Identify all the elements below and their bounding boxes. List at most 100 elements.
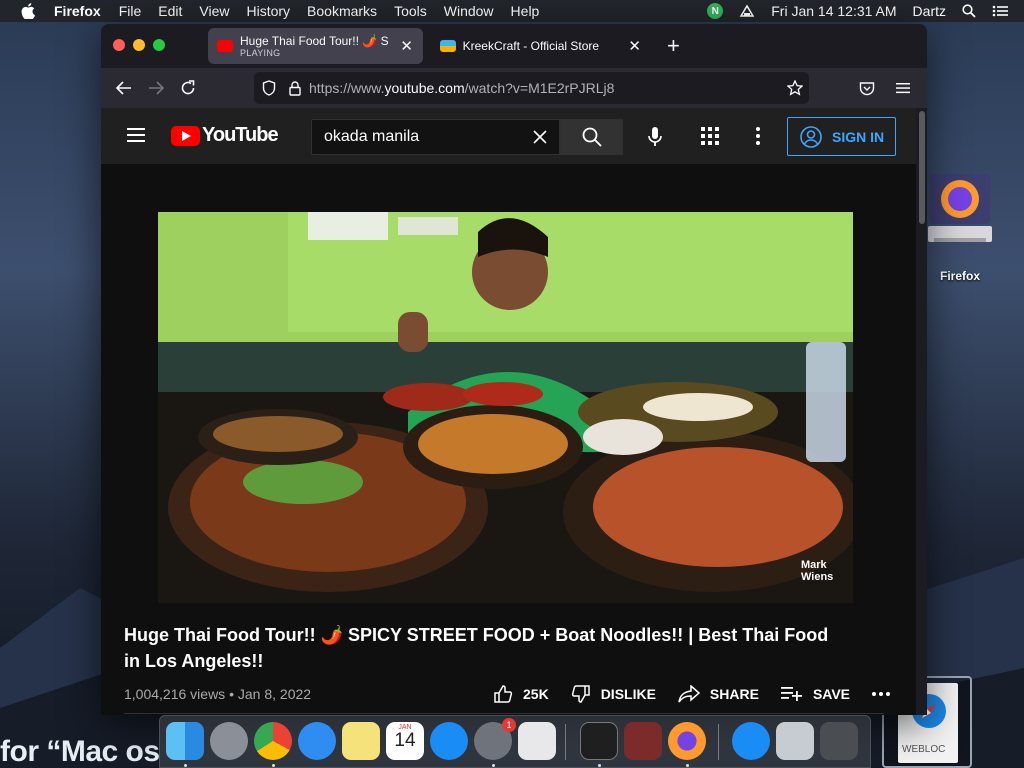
tab-youtube-video[interactable]: Huge Thai Food Tour!! 🌶️ SPICY PLAYING ✕ (208, 28, 423, 64)
save-label: SAVE (812, 686, 851, 702)
tracking-shield-icon[interactable] (262, 80, 276, 96)
youtube-apps-grid-icon[interactable] (701, 127, 719, 145)
video-frame-image: Mark Wiens (158, 212, 853, 603)
menu-window[interactable]: Window (444, 3, 494, 19)
reload-icon[interactable] (172, 72, 204, 104)
dock-roblox-icon[interactable] (518, 722, 556, 760)
close-window-button[interactable] (113, 39, 125, 51)
app-menu-hamburger-icon[interactable] (887, 72, 919, 104)
tab-title: Huge Thai Food Tour!! 🌶️ SPICY (240, 34, 388, 48)
video-actions: 25K DISLIKE SHARE SAVE (493, 684, 891, 704)
youtube-page: YouTube okada manila SIGN IN Mark Wiens … (101, 108, 916, 715)
bookmark-star-icon[interactable] (787, 80, 803, 96)
dock-separator (718, 724, 719, 760)
menu-view[interactable]: View (199, 3, 229, 19)
control-center-icon[interactable] (992, 5, 1008, 17)
settings-more-vertical-icon[interactable] (756, 127, 760, 145)
menu-help[interactable]: Help (511, 3, 540, 19)
tab-title: KreekCraft - Official Store (462, 39, 600, 53)
running-indicator (272, 764, 275, 767)
share-button[interactable]: SHARE (678, 685, 759, 703)
webloc-label: WEBLOC (902, 744, 946, 755)
calendar-day: 14 (394, 730, 416, 751)
zoom-window-button[interactable] (153, 39, 165, 51)
dock-separator (565, 724, 566, 760)
running-indicator (686, 764, 689, 767)
like-button[interactable]: 25K (493, 684, 549, 704)
lock-icon[interactable] (289, 80, 301, 96)
search-button[interactable] (560, 119, 623, 155)
youtube-menu-icon[interactable] (127, 128, 145, 142)
share-arrow-icon (678, 685, 700, 703)
search-query[interactable]: okada manila (324, 128, 419, 146)
dock-photo-booth-icon[interactable] (624, 722, 662, 760)
youtube-favicon-icon (217, 40, 233, 52)
tab-kreekcraft[interactable]: KreekCraft - Official Store ✕ (431, 28, 651, 64)
menubar-user[interactable]: Dartz (913, 3, 946, 19)
dock-safari-icon[interactable] (298, 722, 336, 760)
pocket-icon[interactable] (851, 72, 883, 104)
airdrop-icon[interactable] (739, 4, 755, 18)
menu-app-name[interactable]: Firefox (54, 3, 101, 19)
running-indicator (598, 764, 601, 767)
divider (124, 713, 884, 714)
voice-search-mic-icon[interactable] (639, 121, 671, 153)
menu-edit[interactable]: Edit (158, 3, 182, 19)
menu-bookmarks[interactable]: Bookmarks (307, 3, 377, 19)
sign-in-button[interactable]: SIGN IN (787, 117, 896, 156)
forward-arrow-icon[interactable] (140, 72, 172, 104)
dock-chrome-icon[interactable] (254, 722, 292, 760)
page-scrollbar[interactable] (916, 108, 927, 715)
desktop-firefox-icon[interactable]: Firefox (928, 172, 992, 283)
tab-playing-label: PLAYING (240, 48, 281, 58)
dock-notes-icon[interactable] (342, 722, 380, 760)
spotlight-search-icon[interactable] (962, 4, 976, 18)
dock-trash-icon[interactable] (820, 722, 858, 760)
dock-system-preferences-icon[interactable]: 1 (474, 718, 516, 760)
add-to-playlist-icon (780, 687, 802, 701)
minimize-window-button[interactable] (133, 39, 145, 51)
dock-app-store-download-icon[interactable] (732, 722, 770, 760)
close-tab-icon[interactable]: ✕ (628, 37, 641, 55)
thumbs-down-icon (571, 685, 590, 703)
url-text[interactable]: https://www.youtube.com/watch?v=M1E2rPJR… (309, 80, 614, 96)
dock: JAN 14 1 (159, 715, 871, 768)
save-button[interactable]: SAVE (780, 686, 851, 702)
dock-calendar-icon[interactable]: JAN 14 (386, 722, 424, 760)
menubar-clock[interactable]: Fri Jan 14 12:31 AM (771, 3, 896, 19)
like-count: 25K (523, 686, 549, 702)
youtube-play-logo-icon (171, 125, 200, 146)
scrollbar-thumb[interactable] (919, 111, 925, 224)
url-bar[interactable]: https://www.youtube.com/watch?v=M1E2rPJR… (254, 72, 809, 104)
close-tab-icon[interactable]: ✕ (400, 37, 413, 55)
dock-downloads-icon[interactable] (776, 722, 814, 760)
dock-firefox-icon[interactable] (668, 722, 706, 760)
view-count: 1,004,216 views (124, 686, 226, 702)
apple-icon[interactable] (20, 3, 36, 19)
clear-search-icon[interactable] (531, 128, 549, 146)
desktop-firefox-label: Firefox (939, 269, 980, 283)
new-tab-plus-icon[interactable]: + (667, 33, 680, 59)
more-actions-icon[interactable] (872, 692, 891, 696)
menu-tools[interactable]: Tools (394, 3, 427, 19)
video-meta: 1,004,216 views • Jan 8, 2022 (124, 686, 312, 702)
dock-launchpad-icon[interactable] (210, 722, 248, 760)
dock-terminal-icon[interactable] (580, 722, 618, 760)
search-icon (582, 127, 602, 147)
dock-finder-icon[interactable] (166, 722, 204, 760)
dock-app-store-icon[interactable] (430, 722, 468, 760)
status-n-icon[interactable]: N (707, 3, 724, 19)
firefox-app-icon (928, 174, 992, 242)
share-label: SHARE (709, 686, 759, 702)
dislike-button[interactable]: DISLIKE (571, 684, 656, 704)
upload-date: Jan 8, 2022 (237, 686, 312, 702)
kreekcraft-favicon-icon (440, 40, 456, 52)
video-player[interactable]: Mark Wiens (158, 212, 853, 603)
youtube-logo[interactable]: YouTube (171, 124, 279, 147)
search-input[interactable]: okada manila (311, 119, 560, 155)
window-controls (113, 39, 173, 51)
firefox-window: Huge Thai Food Tour!! 🌶️ SPICY PLAYING ✕… (101, 24, 927, 715)
menu-file[interactable]: File (119, 3, 142, 19)
menu-history[interactable]: History (246, 3, 290, 19)
back-arrow-icon[interactable] (108, 72, 140, 104)
